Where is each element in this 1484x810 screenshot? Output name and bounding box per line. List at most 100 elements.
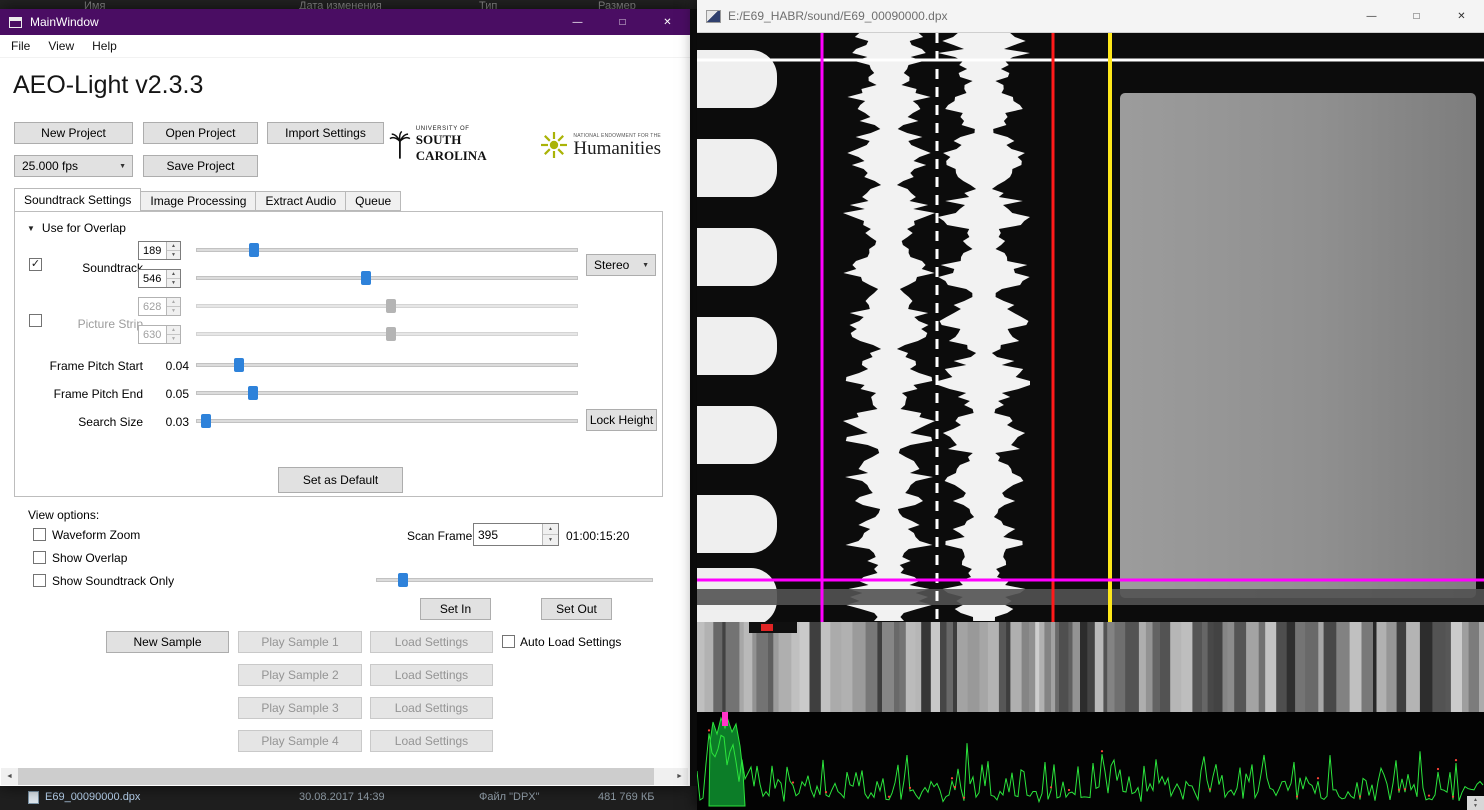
- frame-pitch-end-slider[interactable]: [196, 386, 578, 400]
- soundtrack-left-spinbox[interactable]: 189 ▲ ▼: [138, 241, 181, 260]
- set-in-button[interactable]: Set In: [420, 598, 491, 620]
- set-out-button[interactable]: Set Out: [541, 598, 612, 620]
- soundtrack-enable-checkbox[interactable]: ✓: [29, 258, 42, 271]
- viewer-titlebar[interactable]: E:/E69_HABR/sound/E69_00090000.dpx — □ ✕: [697, 0, 1484, 33]
- menu-view[interactable]: View: [39, 35, 83, 57]
- soundtrack-left-slider[interactable]: [196, 243, 578, 257]
- main-window-title: MainWindow: [30, 15, 99, 29]
- scroll-left-icon[interactable]: ◄: [1, 768, 18, 785]
- minimize-icon[interactable]: —: [1349, 0, 1394, 32]
- slider-track[interactable]: [196, 276, 578, 280]
- explorer-col-size: Размер: [598, 0, 636, 9]
- show-soundtrack-only-checkbox[interactable]: ✓: [33, 574, 46, 587]
- spin-up-icon[interactable]: ▲: [167, 242, 180, 251]
- load-settings-1-button[interactable]: Load Settings: [370, 631, 493, 653]
- frame-line-band: [697, 589, 1484, 605]
- slider-handle[interactable]: [397, 573, 408, 587]
- tab-extract-audio[interactable]: Extract Audio: [255, 191, 347, 211]
- neh-line2: Humanities: [573, 137, 661, 159]
- usc-logo: UNIVERSITY OF SOUTH CAROLINA: [389, 126, 524, 164]
- auto-load-settings-label: Auto Load Settings: [520, 635, 622, 649]
- maximize-icon[interactable]: □: [600, 9, 645, 35]
- film-strip-minimap[interactable]: [697, 622, 1484, 712]
- spin-arrows[interactable]: ▲ ▼: [166, 270, 180, 287]
- waveform-zoom-checkbox[interactable]: ✓: [33, 528, 46, 541]
- viewer-title: E:/E69_HABR/sound/E69_00090000.dpx: [728, 9, 948, 23]
- frame-pitch-start-slider[interactable]: [196, 358, 578, 372]
- set-as-default-button[interactable]: Set as Default: [278, 467, 403, 493]
- overlap-collapse-toggle[interactable]: ▼ Use for Overlap: [27, 221, 126, 235]
- fps-combo-value: 25.000 fps: [22, 159, 79, 173]
- fps-combo[interactable]: 25.000 fps ▼: [14, 155, 133, 177]
- soundtrack-right-slider[interactable]: [196, 271, 578, 285]
- show-overlap-checkbox[interactable]: ✓: [33, 551, 46, 564]
- picture-left-spinbox[interactable]: 628 ▲ ▼: [138, 297, 181, 316]
- close-icon[interactable]: ✕: [1439, 0, 1484, 32]
- film-scan-view[interactable]: [697, 33, 1484, 622]
- new-sample-button[interactable]: New Sample: [106, 631, 229, 653]
- spin-down-icon[interactable]: ▼: [167, 251, 180, 259]
- slider-handle[interactable]: [234, 358, 245, 372]
- waveform-zoom-label: Waveform Zoom: [52, 528, 141, 542]
- tab-queue[interactable]: Queue: [345, 191, 402, 211]
- save-project-button[interactable]: Save Project: [143, 155, 258, 177]
- spin-down-icon[interactable]: ▼: [167, 279, 180, 287]
- picture-right-spinbox[interactable]: 630 ▲ ▼: [138, 325, 181, 344]
- maximize-icon[interactable]: □: [1394, 0, 1439, 32]
- neh-sunburst-icon: [541, 132, 568, 158]
- slider-handle[interactable]: [249, 243, 260, 257]
- search-size-slider[interactable]: [196, 414, 578, 428]
- load-settings-2-button[interactable]: Load Settings: [370, 664, 493, 686]
- frame-position-slider[interactable]: [376, 573, 653, 587]
- spin-up-icon[interactable]: ▲: [543, 524, 558, 535]
- slider-handle[interactable]: [360, 271, 371, 285]
- desktop: Имя Дата изменения Тип Размер E69_000900…: [0, 0, 1484, 810]
- slider-handle: [385, 327, 396, 341]
- picture-right-value: 630: [143, 329, 162, 341]
- lock-height-button[interactable]: Lock Height: [586, 409, 657, 431]
- spin-down-icon[interactable]: ▼: [543, 535, 558, 545]
- scrollbar-thumb[interactable]: [18, 768, 654, 785]
- menu-help[interactable]: Help: [83, 35, 126, 57]
- load-settings-3-button[interactable]: Load Settings: [370, 697, 493, 719]
- picture-strip-checkbox[interactable]: ✓: [29, 314, 42, 327]
- scroll-right-icon[interactable]: ►: [671, 768, 688, 785]
- close-icon[interactable]: ✕: [645, 9, 690, 35]
- main-window-titlebar[interactable]: MainWindow — □ ✕: [0, 9, 690, 35]
- slider-track[interactable]: [196, 419, 578, 423]
- picture-left-value: 628: [143, 301, 162, 313]
- play-sample-4-button[interactable]: Play Sample 4: [238, 730, 362, 752]
- slider-track[interactable]: [196, 363, 578, 367]
- play-sample-1-button[interactable]: Play Sample 1: [238, 631, 362, 653]
- spin-up-icon[interactable]: ▲: [167, 270, 180, 279]
- open-project-button[interactable]: Open Project: [143, 122, 258, 144]
- usc-palmetto-icon: [389, 130, 411, 159]
- chevron-down-icon: ▼: [642, 261, 649, 269]
- minimize-icon[interactable]: —: [555, 9, 600, 35]
- new-project-button[interactable]: New Project: [14, 122, 133, 144]
- menu-file[interactable]: File: [2, 35, 39, 57]
- slider-track[interactable]: [376, 578, 653, 582]
- neh-logo: NATIONAL ENDOWMENT FOR THE Humanities: [539, 130, 661, 160]
- explorer-column-headers: Имя Дата изменения Тип Размер: [0, 0, 697, 9]
- scan-frame-spinbox[interactable]: 395 ▲ ▼: [473, 523, 559, 546]
- load-settings-4-button[interactable]: Load Settings: [370, 730, 493, 752]
- tab-image-processing[interactable]: Image Processing: [140, 191, 257, 211]
- horizontal-scrollbar[interactable]: ◄ ►: [1, 768, 688, 785]
- auto-load-settings-checkbox[interactable]: ✓: [502, 635, 515, 648]
- slider-handle[interactable]: [247, 386, 258, 400]
- viewer-scroll-corner[interactable]: ▲ ▼: [1467, 796, 1484, 810]
- import-settings-button[interactable]: Import Settings: [267, 122, 384, 144]
- slider-handle[interactable]: [200, 414, 211, 428]
- channel-mode-combo[interactable]: Stereo ▼: [586, 254, 656, 276]
- play-sample-2-button[interactable]: Play Sample 2: [238, 664, 362, 686]
- scrollbar-track[interactable]: [18, 768, 671, 785]
- play-sample-3-button[interactable]: Play Sample 3: [238, 697, 362, 719]
- scroll-down-icon[interactable]: ▼: [1473, 803, 1478, 809]
- soundtrack-right-spinbox[interactable]: 546 ▲ ▼: [138, 269, 181, 288]
- spin-arrows[interactable]: ▲ ▼: [542, 524, 558, 545]
- tab-soundtrack-settings[interactable]: Soundtrack Settings: [14, 188, 142, 211]
- picture-right-slider: [196, 327, 578, 341]
- spin-arrows[interactable]: ▲ ▼: [166, 242, 180, 259]
- channel-mode-value: Stereo: [594, 258, 630, 272]
